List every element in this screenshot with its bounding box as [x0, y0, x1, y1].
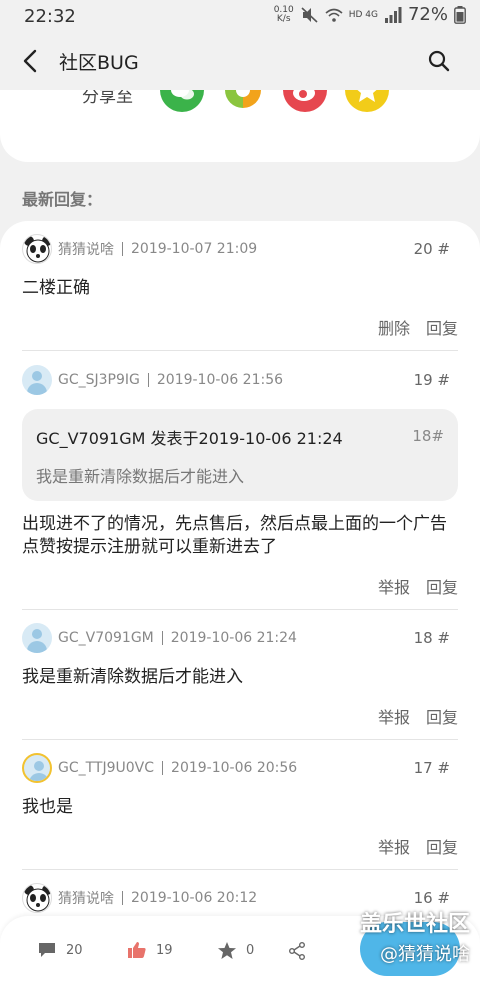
reply-list: 猜猜说啥 2019-10-07 21:09 20 # 二楼正确 删除 回复 GC…	[0, 221, 480, 986]
report-button[interactable]: 举报	[378, 834, 410, 858]
reply-item: GC_SJ3P9IG 2019-10-06 21:56 19 # GC_V709…	[22, 351, 458, 610]
avatar[interactable]	[22, 234, 52, 264]
favorite-button[interactable]: 0	[218, 942, 254, 959]
page-title: 社区BUG	[59, 52, 139, 74]
reply-content: 我也是	[22, 797, 73, 817]
share-button[interactable]	[288, 942, 306, 960]
quoted-reply[interactable]: GC_V7091GM 发表于2019-10-06 21:24 18# 我是重新清…	[22, 409, 458, 501]
delete-button[interactable]: 删除	[378, 315, 410, 339]
reply-content: 我是重新清除数据后才能进入	[22, 667, 243, 687]
reply-actions: 举报 回复	[22, 693, 458, 739]
floor-number: 16 #	[413, 889, 450, 907]
status-right: 0.10 K/s HD 4G 72%	[273, 4, 466, 25]
reply-button[interactable]: 回复	[426, 704, 458, 728]
username[interactable]: GC_TTJ9U0VC	[58, 760, 154, 776]
like-count: 19	[156, 942, 173, 958]
wifi-icon	[325, 8, 343, 22]
section-title: 最新回复：	[22, 190, 103, 209]
reply-actions: 举报 回复	[22, 823, 458, 869]
reply-button[interactable]: 回复	[426, 315, 458, 339]
report-button[interactable]: 举报	[378, 574, 410, 598]
quote-text: 我是重新清除数据后才能进入	[36, 467, 245, 486]
avatar[interactable]	[22, 623, 52, 653]
avatar[interactable]	[22, 883, 52, 913]
net-speed-unit: K/s	[276, 13, 291, 24]
thumbs-up-icon	[128, 942, 146, 958]
battery-percent: 72%	[407, 4, 448, 25]
reply-button[interactable]: 回复	[426, 834, 458, 858]
report-button[interactable]: 举报	[378, 704, 410, 728]
floor-number: 18 #	[413, 629, 450, 647]
divider	[122, 891, 123, 905]
reply-actions: 删除 回复	[22, 304, 458, 350]
watermark: 盖乐世社区 @猜猜说啥	[360, 906, 470, 966]
favorite-count: 0	[246, 943, 255, 958]
net-speed: 0.10 K/s	[273, 5, 295, 24]
battery-icon	[454, 5, 466, 24]
star-icon	[218, 942, 236, 959]
status-bar: 22:32 0.10 K/s HD 4G 72%	[0, 0, 480, 34]
mute-icon	[301, 6, 318, 23]
comment-button[interactable]: 20	[38, 942, 83, 958]
reply-content: 出现进不了的情况，先点售后，然后点最上面的一个广告点赞按提示注册就可以重新进去了	[22, 514, 447, 557]
reply-item: GC_V7091GM 2019-10-06 21:24 18 # 我是重新清除数…	[22, 610, 458, 740]
divider	[147, 373, 149, 387]
floor-number: 19 #	[413, 371, 450, 389]
username[interactable]: 猜猜说啥	[58, 239, 114, 259]
reply-meta: 猜猜说啥 2019-10-07 21:09 20 #	[22, 221, 458, 277]
floor-number: 17 #	[413, 759, 450, 777]
reply-date: 2019-10-07 21:09	[131, 241, 258, 257]
signal-icon	[384, 6, 402, 23]
share-icon	[289, 942, 305, 960]
divider	[122, 242, 123, 256]
reply-actions: 举报 回复	[22, 563, 458, 609]
watermark-user: @猜猜说啥	[380, 944, 470, 965]
username[interactable]: 猜猜说啥	[58, 888, 114, 908]
reply-date: 2019-10-06 21:56	[156, 372, 284, 388]
app-bar: 社区BUG	[0, 34, 480, 90]
reply-date: 2019-10-06 20:12	[131, 890, 258, 906]
search-icon[interactable]	[428, 50, 450, 72]
quote-header: GC_V7091GM 发表于2019-10-06 21:24	[36, 429, 343, 448]
divider	[162, 761, 164, 775]
quote-floor: 18#	[412, 427, 444, 445]
divider	[161, 631, 163, 645]
comment-count: 20	[66, 942, 83, 958]
reply-button[interactable]: 回复	[426, 574, 458, 598]
watermark-brand: 盖乐世社区	[359, 912, 470, 937]
reply-item: 猜猜说啥 2019-10-07 21:09 20 # 二楼正确 删除 回复	[22, 221, 458, 351]
username[interactable]: GC_V7091GM	[58, 630, 154, 646]
avatar[interactable]	[22, 753, 52, 783]
reply-date: 2019-10-06 20:56	[171, 760, 298, 776]
username[interactable]: GC_SJ3P9IG	[58, 372, 140, 388]
comment-icon	[39, 943, 55, 957]
reply-meta: GC_TTJ9U0VC 2019-10-06 20:56 17 #	[22, 740, 458, 796]
back-icon[interactable]	[18, 48, 44, 74]
reply-content: 二楼正确	[22, 278, 90, 298]
status-time: 22:32	[24, 6, 76, 27]
reply-meta: GC_V7091GM 2019-10-06 21:24 18 #	[22, 610, 458, 666]
network-labels: HD 4G	[348, 9, 378, 20]
avatar[interactable]	[22, 365, 52, 395]
floor-number: 20 #	[413, 240, 450, 258]
reply-item: GC_TTJ9U0VC 2019-10-06 20:56 17 # 我也是 举报…	[22, 740, 458, 870]
like-button[interactable]: 19	[128, 942, 173, 958]
reply-meta: GC_SJ3P9IG 2019-10-06 21:56 19 #	[22, 351, 458, 409]
reply-date: 2019-10-06 21:24	[170, 630, 297, 646]
